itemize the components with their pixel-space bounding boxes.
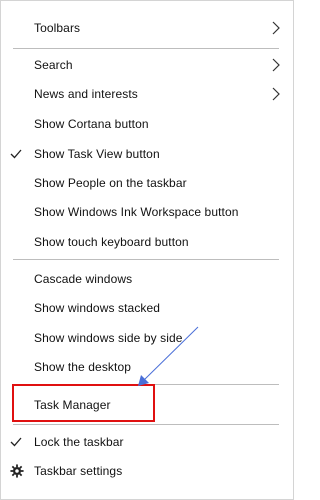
menu-item-label: Search [34,57,73,72]
menu-item-label: Show touch keyboard button [34,234,189,249]
menu-item-show-windows-ink[interactable]: Show Windows Ink Workspace button [1,197,293,226]
menu-item-label: Taskbar settings [34,463,123,478]
menu-separator [13,259,279,260]
menu-item-toolbars[interactable]: Toolbars [1,13,293,42]
menu-item-label: Show the desktop [34,359,131,374]
menu-item-show-task-view-button[interactable]: Show Task View button [1,139,293,168]
chevron-right-icon [272,87,280,100]
menu-item-show-people[interactable]: Show People on the taskbar [1,168,293,197]
menu-item-news-and-interests[interactable]: News and interests [1,79,293,108]
menu-item-show-the-desktop[interactable]: Show the desktop [1,352,293,381]
menu-item-label: Show windows stacked [34,300,161,315]
menu-item-label: Show Cortana button [34,116,149,131]
menu-item-label: Toolbars [34,20,81,35]
menu-item-show-touch-keyboard[interactable]: Show touch keyboard button [1,227,293,256]
menu-item-label: Cascade windows [34,271,133,286]
menu-item-show-windows-side-by-side[interactable]: Show windows side by side [1,323,293,352]
menu-item-search[interactable]: Search [1,50,293,79]
gear-icon [10,463,24,478]
chevron-right-icon [272,58,280,71]
menu-item-label: Show windows side by side [34,330,183,345]
menu-item-lock-the-taskbar[interactable]: Lock the taskbar [1,427,293,456]
menu-item-show-cortana-button[interactable]: Show Cortana button [1,109,293,138]
menu-item-label: News and interests [34,86,138,101]
checkmark-icon [10,149,22,158]
menu-item-label: Show Windows Ink Workspace button [34,204,239,219]
menu-separator [13,48,279,49]
chevron-right-icon [272,21,280,34]
menu-item-cascade-windows[interactable]: Cascade windows [1,264,293,293]
menu-item-label: Lock the taskbar [34,434,124,449]
taskbar-context-menu: Toolbars Search News and interests Show … [0,0,294,500]
menu-item-show-windows-stacked[interactable]: Show windows stacked [1,293,293,322]
menu-separator [13,424,279,425]
task-manager-highlight-box [12,384,155,422]
menu-item-label: Show Task View button [34,146,160,161]
checkmark-icon [10,437,22,446]
menu-item-taskbar-settings[interactable]: Taskbar settings [1,456,293,485]
menu-item-label: Show People on the taskbar [34,175,187,190]
